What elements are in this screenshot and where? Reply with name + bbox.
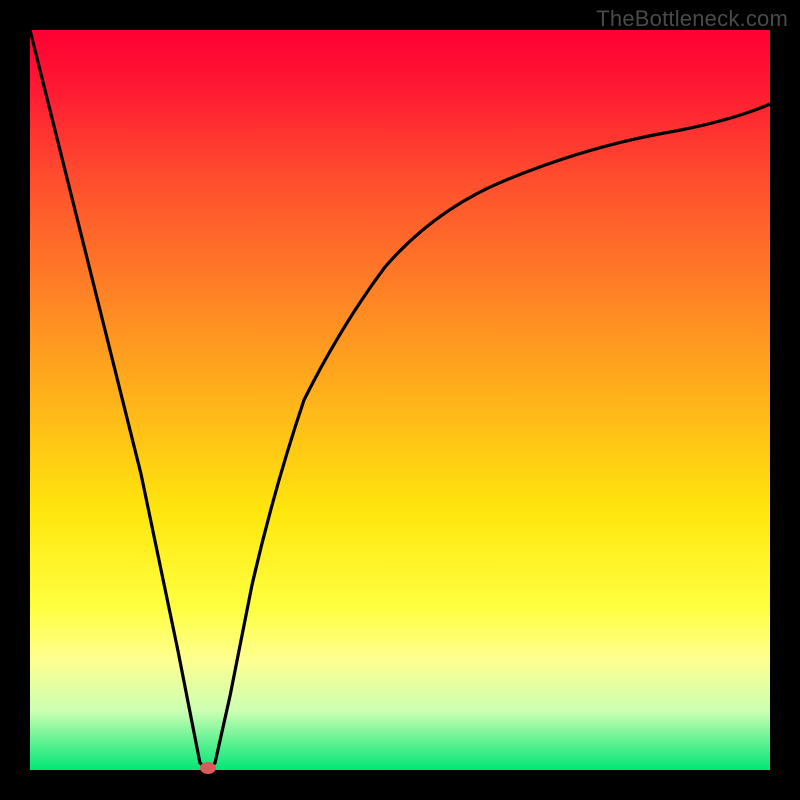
chart-frame: TheBottleneck.com	[0, 0, 800, 800]
plot-area	[30, 30, 770, 770]
curve-path	[30, 30, 770, 770]
bottleneck-curve	[30, 30, 770, 770]
optimal-point-marker	[200, 762, 216, 774]
watermark-text: TheBottleneck.com	[596, 6, 788, 32]
